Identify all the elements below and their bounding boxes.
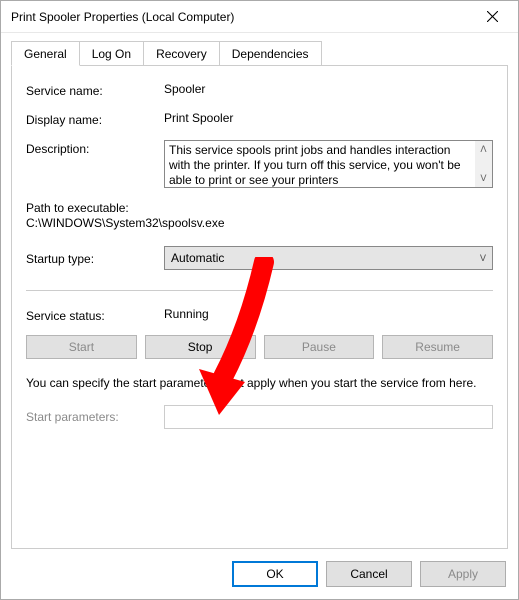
- tab-logon[interactable]: Log On: [80, 41, 144, 65]
- pause-button: Pause: [264, 335, 375, 359]
- tab-dependencies[interactable]: Dependencies: [220, 41, 322, 65]
- tab-recovery[interactable]: Recovery: [144, 41, 220, 65]
- titlebar: Print Spooler Properties (Local Computer…: [1, 1, 518, 33]
- display-name-label: Display name:: [26, 111, 164, 127]
- divider: [26, 290, 493, 291]
- info-text: You can specify the start parameters tha…: [26, 375, 493, 391]
- startup-type-label: Startup type:: [26, 250, 164, 266]
- service-name-label: Service name:: [26, 82, 164, 98]
- dialog-footer: OK Cancel Apply: [1, 549, 518, 599]
- chevron-down-icon: ᐯ: [480, 253, 486, 264]
- description-label: Description:: [26, 140, 164, 156]
- path-value: C:\WINDOWS\System32\spoolsv.exe: [26, 216, 493, 230]
- description-text: This service spools print jobs and handl…: [169, 143, 461, 187]
- chevron-down-icon: ᐯ: [480, 171, 486, 186]
- close-button[interactable]: [470, 2, 514, 32]
- tab-general[interactable]: General: [11, 41, 80, 66]
- startup-type-select[interactable]: Automatic ᐯ: [164, 246, 493, 270]
- tab-panel-general: Service name: Spooler Display name: Prin…: [11, 65, 508, 549]
- window-title: Print Spooler Properties (Local Computer…: [11, 10, 234, 24]
- scroll-down-button[interactable]: ᐯ: [475, 170, 492, 187]
- description-box: This service spools print jobs and handl…: [164, 140, 493, 188]
- service-status-value: Running: [164, 307, 493, 321]
- tabstrip: General Log On Recovery Dependencies: [11, 41, 508, 65]
- path-label: Path to executable:: [26, 201, 493, 215]
- start-params-label: Start parameters:: [26, 410, 164, 424]
- cancel-button[interactable]: Cancel: [326, 561, 412, 587]
- content-area: General Log On Recovery Dependencies Ser…: [1, 33, 518, 549]
- properties-window: Print Spooler Properties (Local Computer…: [0, 0, 519, 600]
- service-status-label: Service status:: [26, 307, 164, 323]
- description-scrollbar[interactable]: ᐱ ᐯ: [475, 141, 492, 187]
- scroll-up-button[interactable]: ᐱ: [475, 141, 492, 158]
- apply-button: Apply: [420, 561, 506, 587]
- service-name-value: Spooler: [164, 82, 493, 96]
- chevron-up-icon: ᐱ: [480, 142, 486, 157]
- display-name-value: Print Spooler: [164, 111, 493, 125]
- start-params-input[interactable]: [164, 405, 493, 429]
- resume-button: Resume: [382, 335, 493, 359]
- close-icon: [487, 11, 498, 22]
- ok-button[interactable]: OK: [232, 561, 318, 587]
- start-button: Start: [26, 335, 137, 359]
- stop-button[interactable]: Stop: [145, 335, 256, 359]
- startup-type-value: Automatic: [171, 251, 224, 265]
